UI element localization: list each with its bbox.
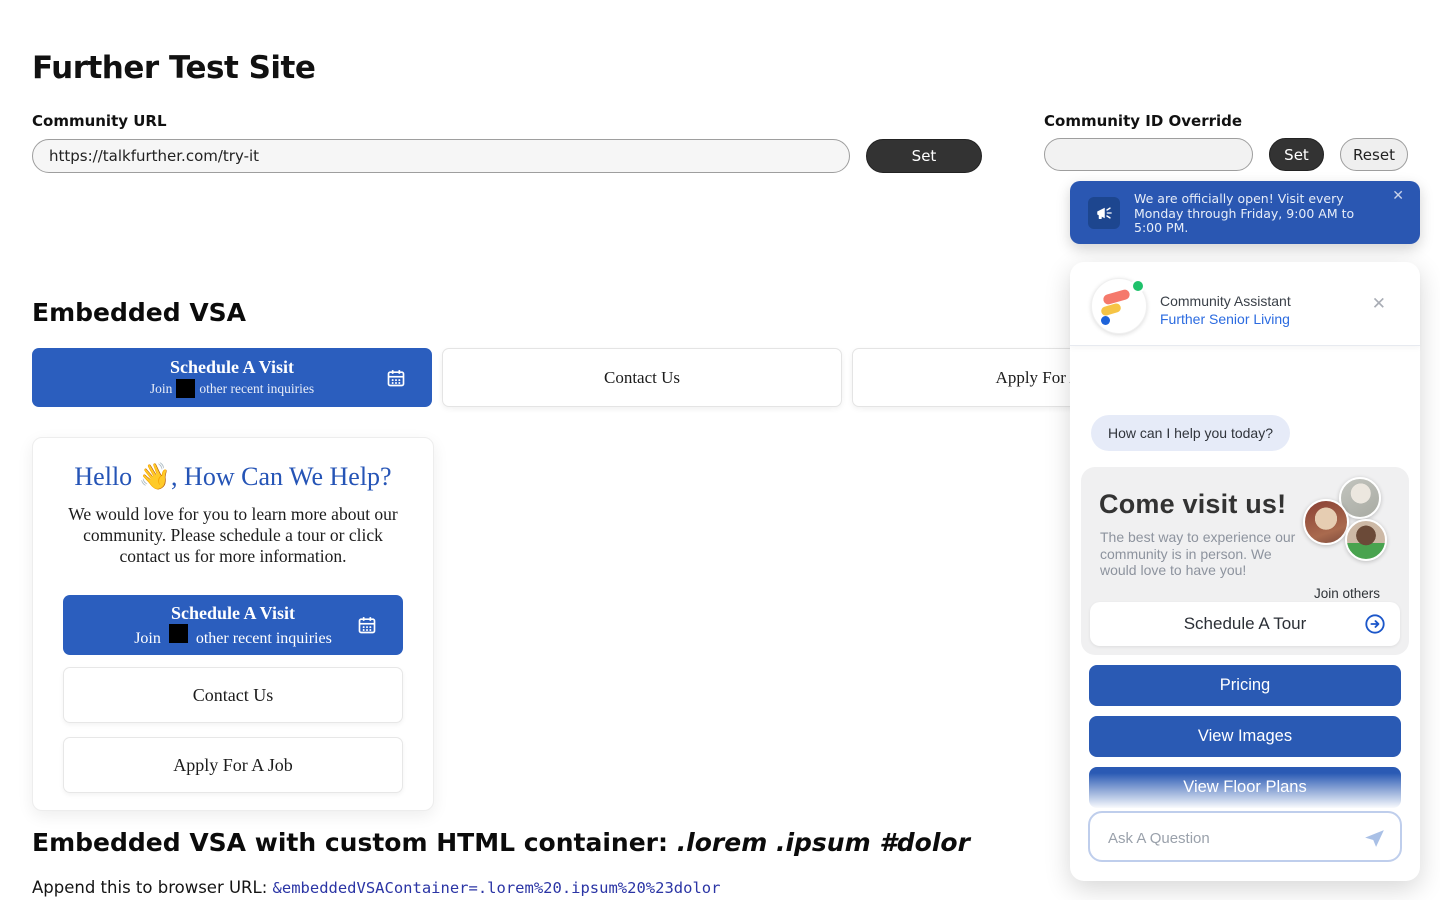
announcement-banner: We are officially open! Visit every Mond… [1070,181,1420,244]
community-id-reset-button[interactable]: Reset [1340,138,1408,171]
page-title: Further Test Site [32,50,315,86]
megaphone-icon-box [1088,197,1120,229]
visit-card-title: Come visit us! [1099,489,1286,520]
append-url-line: Append this to browser URL: &embeddedVSA… [32,878,720,897]
community-id-input[interactable] [1044,138,1253,171]
card-schedule-label: Schedule A Visit [171,603,295,624]
chat-header: Community Assistant Further Senior Livin… [1070,262,1420,346]
assistant-greeting-bubble: How can I help you today? [1091,415,1290,451]
avatar-cluster [1303,477,1401,571]
schedule-visit-label: Schedule A Visit [170,357,294,378]
card-apply-job-button[interactable]: Apply For A Job [63,737,403,793]
announcement-close-icon[interactable]: ✕ [1392,189,1404,203]
hello-card-title: Hello 👋, How Can We Help? [33,462,433,492]
community-id-label: Community ID Override [1044,112,1242,130]
avatar-person-green-shirt [1345,519,1387,561]
card-apply-label: Apply For A Job [173,755,293,776]
further-logo-bar-yellow [1100,302,1122,316]
custom-heading-selector: .lorem .ipsum #dolor [677,828,970,857]
view-images-button[interactable]: View Images [1089,716,1401,757]
view-floor-plans-button[interactable]: View Floor Plans [1089,767,1401,808]
card-contact-us-button[interactable]: Contact Us [63,667,403,723]
visit-card: Come visit us! The best way to experienc… [1081,467,1409,655]
megaphone-icon [1095,204,1113,222]
calendar-icon [386,368,406,388]
subtext-suffix: other recent inquiries [196,630,332,647]
visit-card-body: The best way to experience our community… [1100,529,1298,579]
calendar-icon [357,615,377,635]
assistant-avatar [1091,278,1147,334]
community-url-set-button[interactable]: Set [866,139,982,173]
card-schedule-visit-button[interactable]: Schedule A Visit Join other recent inqui… [63,595,403,655]
custom-container-heading: Embedded VSA with custom HTML container:… [32,828,970,857]
avatar-elderly-man [1303,499,1349,545]
chat-header-texts: Community Assistant Further Senior Livin… [1160,293,1291,327]
ask-question-input[interactable] [1106,825,1350,851]
contact-us-button[interactable]: Contact Us [442,348,842,407]
community-url-label: Community URL [32,112,167,130]
circle-arrow-icon [1364,613,1386,635]
community-id-set-button[interactable]: Set [1269,138,1324,171]
announcement-text: We are officially open! Visit every Mond… [1134,192,1372,236]
schedule-visit-subtext: Join other recent inquiries [150,379,314,398]
page: Further Test Site Community URL Set Comm… [0,0,1440,900]
custom-heading-text: Embedded VSA with custom HTML container: [32,828,677,857]
schedule-tour-label: Schedule A Tour [1184,614,1307,634]
redacted-count [176,379,195,398]
hello-card: Hello 👋, How Can We Help? We would love … [32,437,434,811]
embedded-vsa-heading: Embedded VSA [32,298,246,327]
subtext-suffix: other recent inquiries [199,381,314,397]
schedule-tour-button[interactable]: Schedule A Tour [1090,602,1400,646]
composer [1088,811,1402,862]
card-contact-label: Contact Us [193,685,274,706]
append-code: &embeddedVSAContainer=.lorem%20.ipsum%20… [273,879,721,897]
chat-close-icon[interactable]: ✕ [1372,295,1386,312]
card-schedule-subtext: Join other recent inquiries [134,624,332,648]
further-logo-dot-blue [1101,316,1110,325]
chat-panel: Community Assistant Further Senior Livin… [1070,262,1420,881]
schedule-visit-button[interactable]: Schedule A Visit Join other recent inqui… [32,348,432,407]
subtext-prefix: Join [150,381,173,397]
community-link[interactable]: Further Senior Living [1160,311,1291,327]
subtext-prefix: Join [134,630,161,647]
assistant-title: Community Assistant [1160,293,1291,309]
contact-us-label: Contact Us [604,368,680,388]
send-icon[interactable] [1362,826,1387,851]
online-status-dot [1131,279,1145,293]
community-url-input[interactable] [32,139,850,173]
hello-card-body: We would love for you to learn more abou… [63,504,403,567]
redacted-count [169,624,188,643]
append-label: Append this to browser URL: [32,878,273,897]
pricing-button[interactable]: Pricing [1089,665,1401,706]
